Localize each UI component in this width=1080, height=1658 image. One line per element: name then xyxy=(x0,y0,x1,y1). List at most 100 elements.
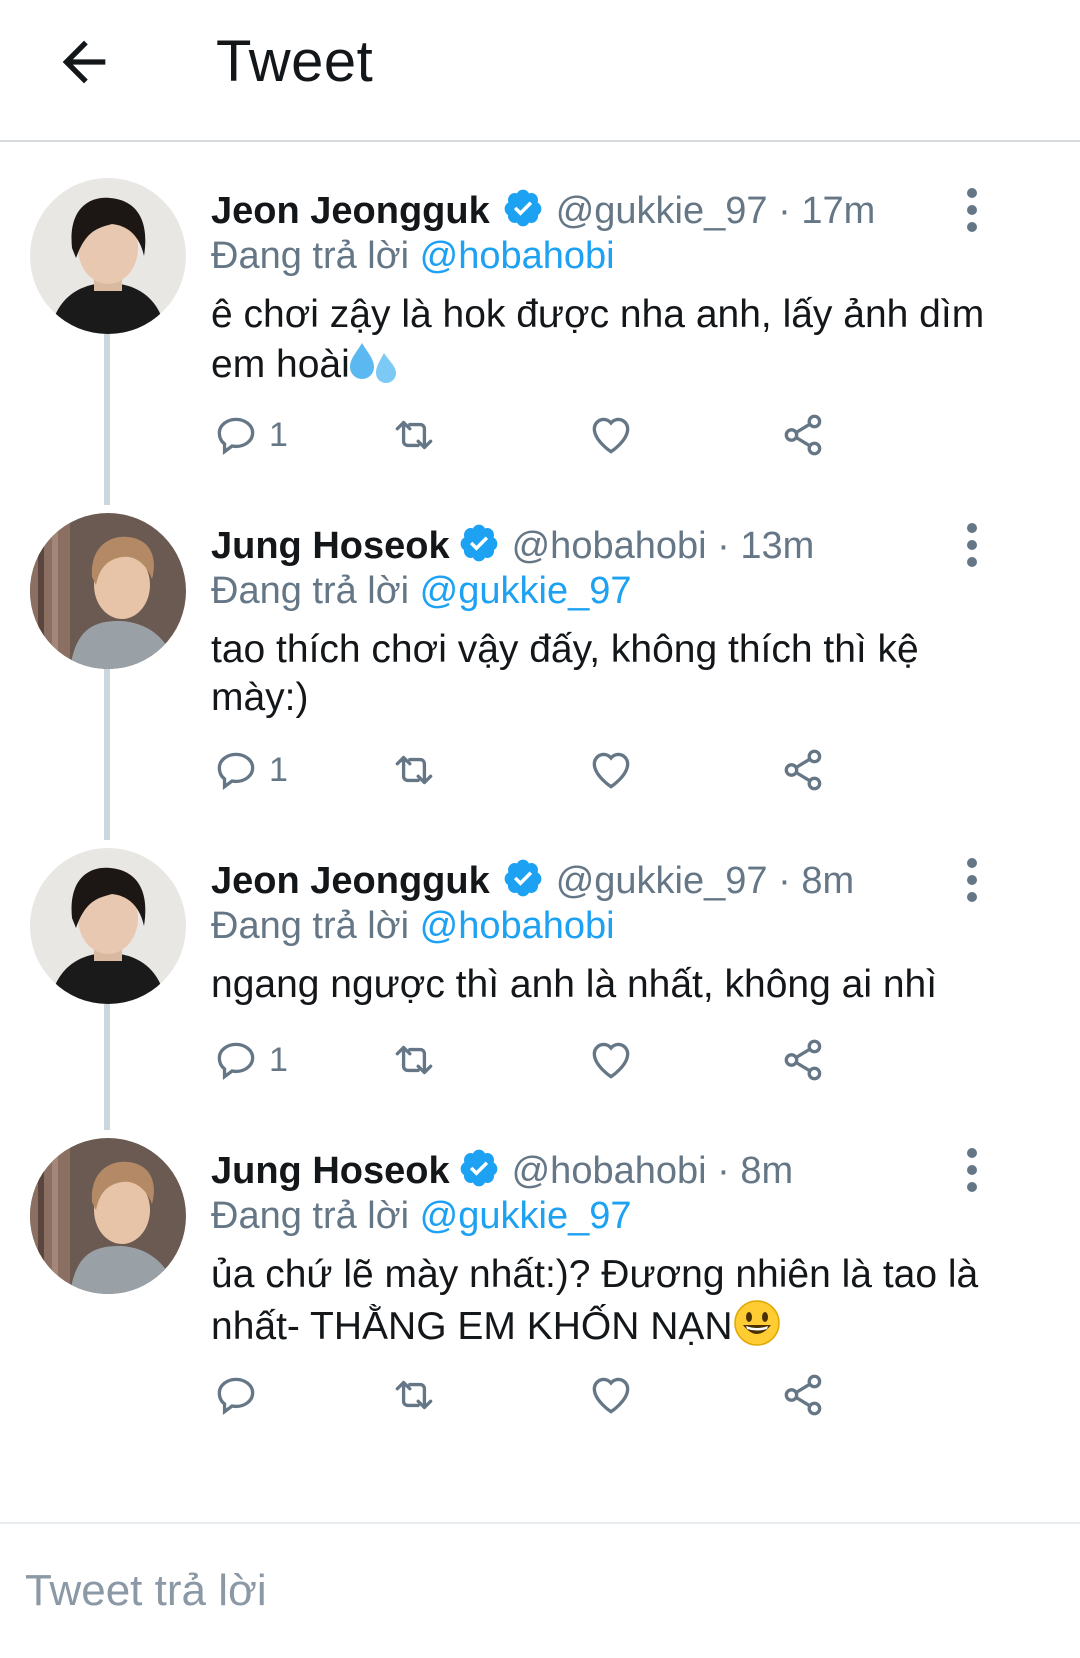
replying-to: Đang trả lời @gukkie_97 xyxy=(211,570,632,613)
reply-icon xyxy=(217,1377,255,1415)
separator: · xyxy=(778,190,791,232)
back-arrow-icon[interactable] xyxy=(52,30,116,94)
mention-link[interactable]: @gukkie_97 xyxy=(420,570,632,612)
reply-count: 1 xyxy=(269,750,288,789)
reply-input[interactable]: Tweet trả lời xyxy=(25,1566,267,1616)
reply-icon xyxy=(217,1042,255,1080)
timestamp[interactable]: 13m xyxy=(740,525,814,567)
tweet-header: Jeon Jeongguk @gukkie_97 · 17m xyxy=(211,187,875,233)
mention-link[interactable]: @gukkie_97 xyxy=(420,1195,632,1237)
reply-button[interactable]: 1 xyxy=(211,740,288,800)
avatar[interactable] xyxy=(30,178,186,334)
page-title: Tweet xyxy=(216,29,374,94)
replying-to: Đang trả lời @hobahobi xyxy=(211,905,615,948)
heart-icon xyxy=(592,752,630,789)
retweet-icon xyxy=(395,420,433,450)
share-icon xyxy=(784,1374,822,1416)
tweet-actions: 1 xyxy=(211,405,911,465)
replying-to: Đang trả lời @hobahobi xyxy=(211,235,615,278)
verified-badge-icon xyxy=(460,1149,497,1187)
tweet[interactable]: Jung Hoseok @hobahobi · 8m Đang trả lời @… xyxy=(0,1135,1080,1515)
reply-icon xyxy=(217,417,255,455)
reply-icon xyxy=(217,752,255,790)
retweet-button[interactable] xyxy=(389,405,439,465)
tweet[interactable]: Jung Hoseok @hobahobi · 13m Đang trả lời … xyxy=(0,510,1080,840)
mention-link[interactable]: @hobahobi xyxy=(420,905,615,947)
reply-button[interactable]: 1 xyxy=(211,405,288,465)
more-options-icon[interactable] xyxy=(952,520,992,570)
separator: · xyxy=(778,860,791,902)
share-icon xyxy=(784,414,822,456)
heart-icon xyxy=(592,1377,630,1414)
more-options-icon[interactable] xyxy=(952,185,992,235)
timestamp[interactable]: 17m xyxy=(801,190,875,232)
tweet[interactable]: Jeon Jeongguk @gukkie_97 · 8m Đang trả lờ… xyxy=(0,845,1080,1130)
heart-icon xyxy=(592,1042,630,1079)
more-options-icon[interactable] xyxy=(952,1145,992,1195)
avatar[interactable] xyxy=(30,848,186,1004)
replying-to-label: Đang trả lời xyxy=(211,1195,410,1237)
tweet-text: tao thích chơi vậy đấy, không thích thì … xyxy=(211,628,919,719)
heart-icon xyxy=(592,417,630,454)
retweet-button[interactable] xyxy=(389,1365,439,1425)
verified-badge-icon xyxy=(504,859,542,897)
sweat-droplets-icon xyxy=(349,343,396,383)
reply-count: 1 xyxy=(269,415,288,454)
display-name[interactable]: Jeon Jeongguk xyxy=(211,860,490,902)
retweet-icon xyxy=(395,1380,433,1410)
user-handle[interactable]: @hobahobi xyxy=(512,525,707,567)
retweet-button[interactable] xyxy=(389,740,439,800)
tweet-text: ê chơi zậy là hok được nha anh, lấy ảnh … xyxy=(211,291,991,389)
like-button[interactable] xyxy=(586,740,636,800)
tweet[interactable]: Jeon Jeongguk @gukkie_97 · 17m Đang trả l… xyxy=(0,175,1080,505)
tweet-actions: 1 xyxy=(211,1030,911,1090)
timestamp[interactable]: 8m xyxy=(801,860,854,902)
avatar[interactable] xyxy=(30,1138,186,1294)
share-button[interactable] xyxy=(779,405,829,465)
replying-to-label: Đang trả lời xyxy=(211,905,410,947)
reply-button[interactable] xyxy=(211,1365,269,1425)
share-icon xyxy=(784,749,822,791)
timestamp[interactable]: 8m xyxy=(740,1150,793,1192)
tweet-text: ngang ngược thì anh là nhất, không ai nh… xyxy=(211,963,938,1006)
share-button[interactable] xyxy=(779,1365,829,1425)
user-handle[interactable]: @gukkie_97 xyxy=(556,860,768,902)
display-name[interactable]: Jung Hoseok xyxy=(211,1150,450,1192)
like-button[interactable] xyxy=(586,1030,636,1090)
separator: · xyxy=(717,525,730,567)
replying-to-label: Đang trả lời xyxy=(211,570,410,612)
grinning-face-icon xyxy=(733,1300,780,1346)
mention-link[interactable]: @hobahobi xyxy=(420,235,615,277)
retweet-button[interactable] xyxy=(389,1030,439,1090)
tweet-header: Jung Hoseok @hobahobi · 8m xyxy=(211,1147,793,1193)
replying-to: Đang trả lời @gukkie_97 xyxy=(211,1195,632,1238)
replying-to-label: Đang trả lời xyxy=(211,235,410,277)
avatar[interactable] xyxy=(30,513,186,669)
retweet-icon xyxy=(395,755,433,785)
separator: · xyxy=(717,1150,730,1192)
like-button[interactable] xyxy=(586,1365,636,1425)
user-handle[interactable]: @gukkie_97 xyxy=(556,190,768,232)
reply-count: 1 xyxy=(269,1040,288,1079)
tweet-text: ủa chứ lẽ mày nhất:)? Đương nhiên là tao… xyxy=(211,1251,991,1351)
verified-badge-icon xyxy=(460,524,497,562)
top-bar: Tweet xyxy=(0,0,1080,142)
reply-composer[interactable]: Tweet trả lời xyxy=(0,1522,1080,1658)
tweet-actions: 1 xyxy=(211,740,911,800)
tweet-text-body: ê chơi zậy là hok được nha anh, lấy ảnh … xyxy=(211,293,985,386)
share-button[interactable] xyxy=(779,1030,829,1090)
display-name[interactable]: Jeon Jeongguk xyxy=(211,190,490,232)
user-handle[interactable]: @hobahobi xyxy=(512,1150,707,1192)
tweet-actions xyxy=(211,1365,911,1425)
like-button[interactable] xyxy=(586,405,636,465)
reply-button[interactable]: 1 xyxy=(211,1030,288,1090)
verified-badge-icon xyxy=(504,189,542,227)
more-options-icon[interactable] xyxy=(952,855,992,905)
tweet-header: Jeon Jeongguk @gukkie_97 · 8m xyxy=(211,857,854,903)
share-icon xyxy=(784,1039,822,1081)
share-button[interactable] xyxy=(779,740,829,800)
tweet-text-body: ủa chứ lẽ mày nhất:)? Đương nhiên là tao… xyxy=(211,1253,979,1348)
retweet-icon xyxy=(395,1045,433,1075)
tweet-header: Jung Hoseok @hobahobi · 13m xyxy=(211,522,814,568)
display-name[interactable]: Jung Hoseok xyxy=(211,525,450,567)
